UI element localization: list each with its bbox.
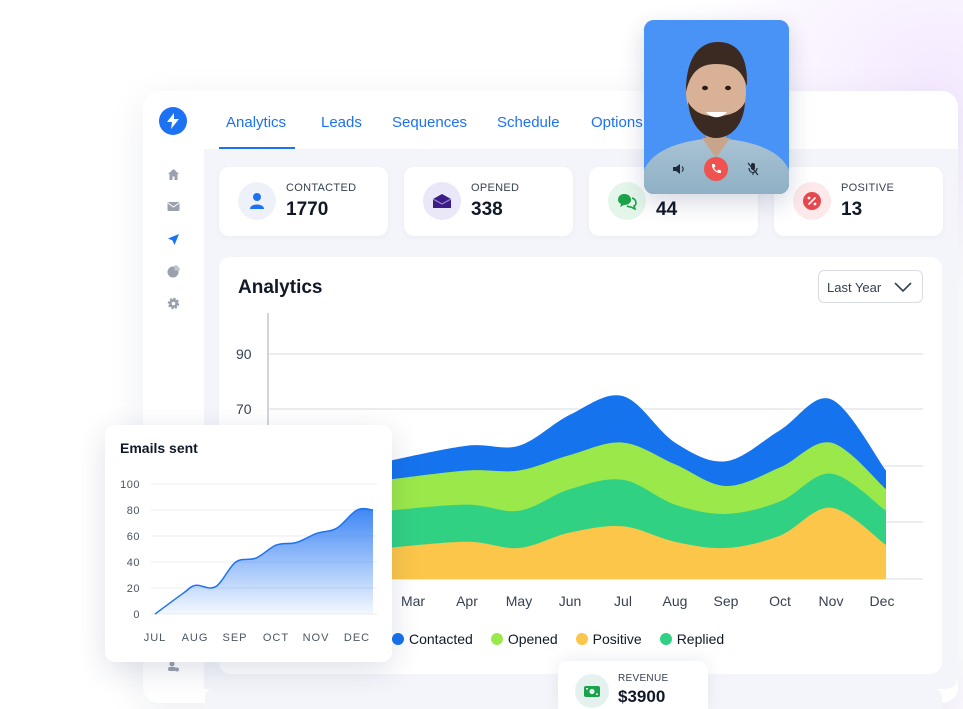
legend-item-contacted[interactable]: Contacted (392, 629, 473, 649)
y-tick-label: 90 (236, 346, 252, 362)
x-tick-label: AUG (182, 632, 209, 644)
legend-item-replied[interactable]: Replied (659, 629, 725, 649)
tab-analytics[interactable]: Analytics (226, 114, 286, 131)
y-tick-label: 100 (120, 479, 140, 491)
legend-item-positive[interactable]: Positive (575, 629, 642, 649)
revenue-card: REVENUE $3900 (558, 661, 708, 709)
send-icon[interactable] (166, 232, 180, 246)
stat-label: CONTACTED (286, 182, 357, 194)
x-tick-label: Sep (714, 593, 739, 609)
mail-icon[interactable] (166, 199, 180, 213)
revenue-value: $3900 (618, 687, 666, 706)
stat-label: POSITIVE (841, 182, 895, 194)
y-tick-label: 40 (127, 557, 140, 569)
x-tick-label: Aug (663, 593, 688, 609)
tab-sequences[interactable]: Sequences (392, 114, 467, 131)
x-tick-label: SEP (222, 632, 247, 644)
legend-label: Positive (592, 631, 642, 647)
x-tick-label: Jun (559, 593, 582, 609)
legend-dot (392, 633, 404, 645)
x-tick-label: OCT (263, 632, 289, 644)
emails-sent-card: Emails sent 0 20 40 60 80 100 JUL AUG SEP OCT NOV D… (105, 425, 392, 662)
tab-options[interactable]: Options (591, 114, 643, 131)
percent-icon (793, 182, 831, 220)
gear-icon[interactable] (166, 296, 180, 310)
legend-label: Opened (507, 631, 558, 647)
end-call-button[interactable] (704, 157, 728, 181)
stat-value: 44 (656, 199, 678, 220)
x-tick-label: May (506, 593, 532, 609)
stat-label: OPENED (471, 182, 520, 194)
stat-value: 1770 (286, 199, 329, 220)
mute-mic-icon[interactable] (744, 160, 762, 178)
legend-item-opened[interactable]: Opened (490, 629, 558, 649)
envelope-icon (423, 182, 461, 220)
stat-card-positive: POSITIVE 13 (774, 167, 943, 236)
x-tick-label: Nov (819, 593, 844, 609)
stat-value: 338 (471, 199, 503, 220)
x-tick-label: Dec (870, 593, 895, 609)
legend-dot (490, 633, 503, 645)
emails-sent-chart: 0 20 40 60 80 100 JUL AUG SEP OCT NOV DEC (120, 479, 377, 644)
tab-schedule[interactable]: Schedule (497, 114, 560, 131)
legend-label: Replied (676, 631, 725, 647)
x-tick-label: Apr (456, 593, 478, 609)
x-tick-label: JUL (144, 632, 167, 644)
legend-dot (659, 633, 672, 645)
user-icon (238, 182, 276, 220)
x-tick-label: Mar (401, 593, 425, 609)
x-tick-label: Oct (769, 593, 791, 609)
x-tick-label: Jul (614, 593, 632, 609)
y-tick-label: 20 (127, 583, 140, 595)
stat-value: 13 (841, 199, 863, 220)
stat-card-opened: OPENED 338 (404, 167, 573, 236)
x-tick-label: NOV (303, 632, 330, 644)
revenue-label: REVENUE (618, 673, 669, 684)
speaker-icon[interactable] (670, 160, 688, 178)
cash-icon (575, 674, 609, 708)
legend-dot (575, 633, 588, 645)
y-tick-label: 70 (236, 401, 252, 417)
legend-label: Contacted (409, 631, 473, 647)
tab-leads[interactable]: Leads (321, 114, 362, 131)
pie-chart-icon[interactable] (166, 264, 180, 278)
logo-icon[interactable] (159, 107, 187, 135)
y-tick-label: 60 (127, 531, 140, 543)
x-tick-label: DEC (344, 632, 370, 644)
chat-icon (608, 182, 646, 220)
y-tick-label: 80 (127, 505, 140, 517)
emails-sent-area (155, 508, 373, 614)
chart-legend: Contacted Opened Positive Replied (392, 629, 724, 649)
stat-card-contacted: CONTACTED 1770 (219, 167, 388, 236)
video-call-card (644, 20, 789, 194)
home-icon[interactable] (166, 167, 180, 181)
phone-icon (711, 164, 721, 174)
y-tick-label: 0 (133, 609, 140, 621)
